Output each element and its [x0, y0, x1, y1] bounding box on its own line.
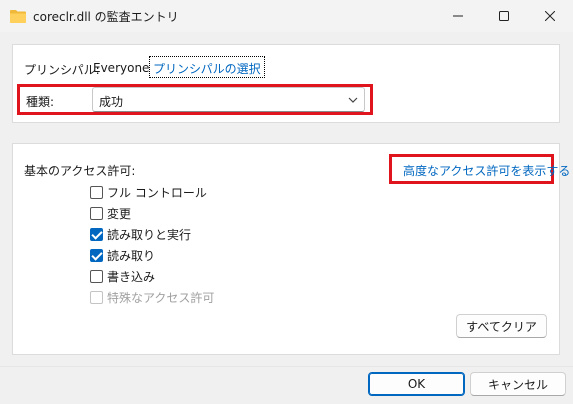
clear-all-button[interactable]: すべてクリア	[456, 314, 547, 338]
window-title: coreclr.dll の監査エントリ	[33, 10, 179, 24]
basic-permissions-label: 基本のアクセス許可:	[24, 164, 136, 178]
maximize-button[interactable]	[481, 0, 527, 32]
cancel-button[interactable]: キャンセル	[470, 372, 566, 396]
checkbox-checked-icon[interactable]	[90, 227, 103, 241]
permission-read-execute[interactable]: 読み取りと実行	[90, 225, 191, 243]
ok-button[interactable]: OK	[368, 372, 465, 396]
type-label: 種類:	[26, 95, 55, 109]
checkbox-disabled-icon	[90, 290, 103, 304]
checkbox-checked-icon[interactable]	[90, 248, 103, 262]
permission-label: 書き込み	[107, 269, 156, 284]
permission-full-control[interactable]: フル コントロール	[90, 183, 207, 201]
show-advanced-permissions-link[interactable]: 高度なアクセス許可を表示する	[403, 162, 570, 179]
permission-write[interactable]: 書き込み	[90, 267, 155, 285]
permission-label: 特殊なアクセス許可	[107, 290, 215, 305]
permission-label: フル コントロール	[107, 185, 207, 200]
select-principal-link[interactable]: プリンシパルの選択	[149, 56, 265, 78]
principal-value: Everyone	[93, 61, 150, 75]
type-dropdown-value: 成功	[99, 95, 124, 109]
principal-panel: プリンシパル: Everyone プリンシパルの選択 種類: 成功	[12, 44, 560, 123]
permission-read[interactable]: 読み取り	[90, 246, 155, 264]
permissions-panel: 基本のアクセス許可: 高度なアクセス許可を表示する フル コントロール 変更 読…	[12, 143, 570, 355]
folder-icon	[10, 10, 26, 23]
checkbox-icon[interactable]	[90, 269, 103, 283]
title-bar: coreclr.dll の監査エントリ	[0, 0, 573, 32]
permission-label: 読み取りと実行	[107, 227, 192, 242]
close-icon	[545, 11, 555, 21]
maximize-icon	[499, 11, 509, 21]
checkbox-icon[interactable]	[90, 206, 103, 220]
permission-modify[interactable]: 変更	[90, 204, 131, 222]
minimize-button[interactable]	[435, 0, 481, 32]
footer-divider	[0, 366, 573, 367]
close-button[interactable]	[527, 0, 573, 32]
permission-label: 読み取り	[107, 248, 156, 263]
principal-label: プリンシパル:	[24, 63, 100, 77]
permission-label: 変更	[107, 206, 132, 221]
type-dropdown[interactable]: 成功	[92, 87, 365, 112]
minimize-icon	[453, 15, 463, 17]
chevron-down-icon	[348, 97, 358, 103]
permission-special: 特殊なアクセス許可	[90, 288, 214, 306]
checkbox-icon[interactable]	[90, 185, 103, 199]
